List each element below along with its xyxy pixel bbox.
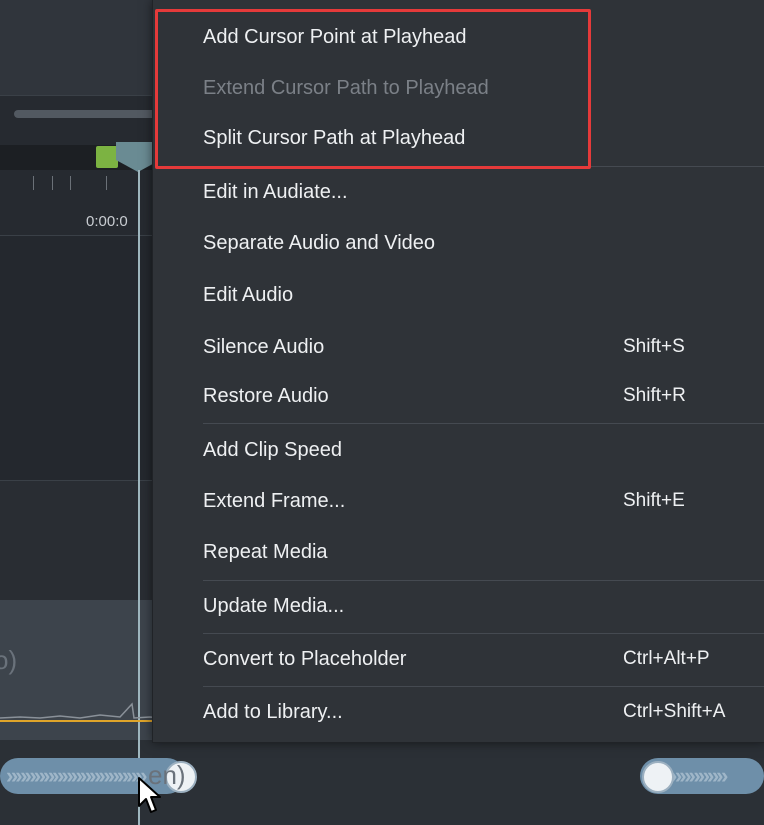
menu-item-add-to-library[interactable]: Add to Library... Ctrl+Shift+A [153,686,764,738]
menu-item-label: Convert to Placeholder [203,648,407,670]
volume-line[interactable] [0,720,160,722]
mouse-pointer-icon [138,777,161,813]
menu-item-separate-audio-video[interactable]: Separate Audio and Video [153,217,764,269]
menu-item-label: Edit Audio [203,284,294,306]
menu-item-label: Silence Audio [203,336,325,358]
divider [0,95,160,96]
menu-item-label: Add to Library... [203,701,343,723]
menu-item-shortcut: Ctrl+Shift+A [623,701,726,722]
in-point-marker[interactable] [96,146,118,168]
ruler-tick [70,176,71,190]
menu-item-edit-in-audiate[interactable]: Edit in Audiate... [153,166,764,218]
highlight-annotation [155,9,591,169]
menu-item-shortcut: Shift+R [623,385,686,406]
menu-item-extend-frame[interactable]: Extend Frame... Shift+E [153,475,764,527]
menu-item-label: Add Clip Speed [203,439,342,461]
menu-item-restore-audio[interactable]: Restore Audio Shift+R [153,370,764,422]
menu-item-shortcut: Shift+S [623,336,685,357]
ruler-tick [106,176,107,190]
menu-item-edit-audio[interactable]: Edit Audio [153,269,764,321]
menu-item-shortcut: Ctrl+Alt+P [623,648,710,669]
menu-item-label: Update Media... [203,595,345,617]
audio-clip-label: o) [0,645,18,675]
menu-item-silence-audio[interactable]: Silence Audio Shift+S [153,321,764,373]
ruler-tick [52,176,53,190]
ruler-time-label: 0:00:0 [86,213,128,230]
divider [0,235,160,236]
divider [0,480,160,481]
menu-item-update-media[interactable]: Update Media... [153,580,764,632]
menu-item-label: Edit in Audiate... [203,181,348,203]
timeline-scrollbar[interactable] [14,110,159,118]
menu-item-repeat-media[interactable]: Repeat Media [153,526,764,578]
audio-waveform [0,702,160,719]
ruler-tick [33,176,34,190]
menu-item-label: Repeat Media [203,541,328,563]
playhead-line[interactable] [138,170,140,825]
menu-item-label: Restore Audio [203,385,329,407]
menu-item-label: Separate Audio and Video [203,232,436,254]
menu-item-add-clip-speed[interactable]: Add Clip Speed [153,424,764,476]
menu-item-shortcut: Shift+E [623,490,685,511]
menu-item-label: Extend Frame... [203,490,346,512]
effect-start-handle[interactable] [642,761,674,793]
menu-item-convert-to-placeholder[interactable]: Convert to Placeholder Ctrl+Alt+P [153,633,764,685]
